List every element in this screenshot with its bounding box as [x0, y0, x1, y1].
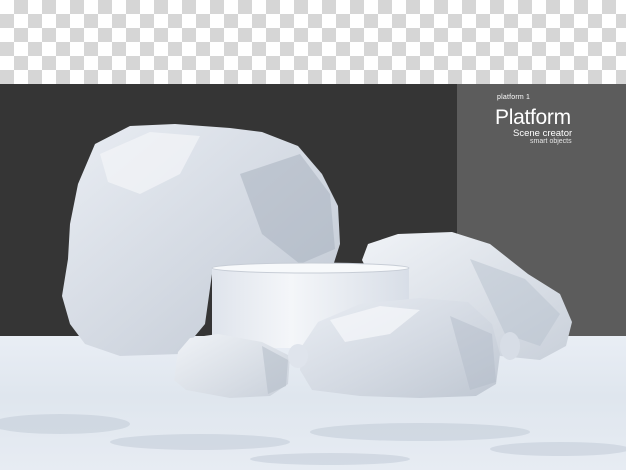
platform-scene: platform 1 Platform Scene creator smart … [0, 84, 626, 470]
caption-label: platform 1 [497, 94, 531, 101]
pebble [288, 344, 308, 368]
caption-title: Platform [495, 106, 571, 129]
leaf-shadows [0, 414, 626, 465]
caption-tagline: smart objects [530, 138, 572, 145]
transparency-checkerboard [0, 0, 626, 84]
pebble-right [500, 332, 520, 360]
